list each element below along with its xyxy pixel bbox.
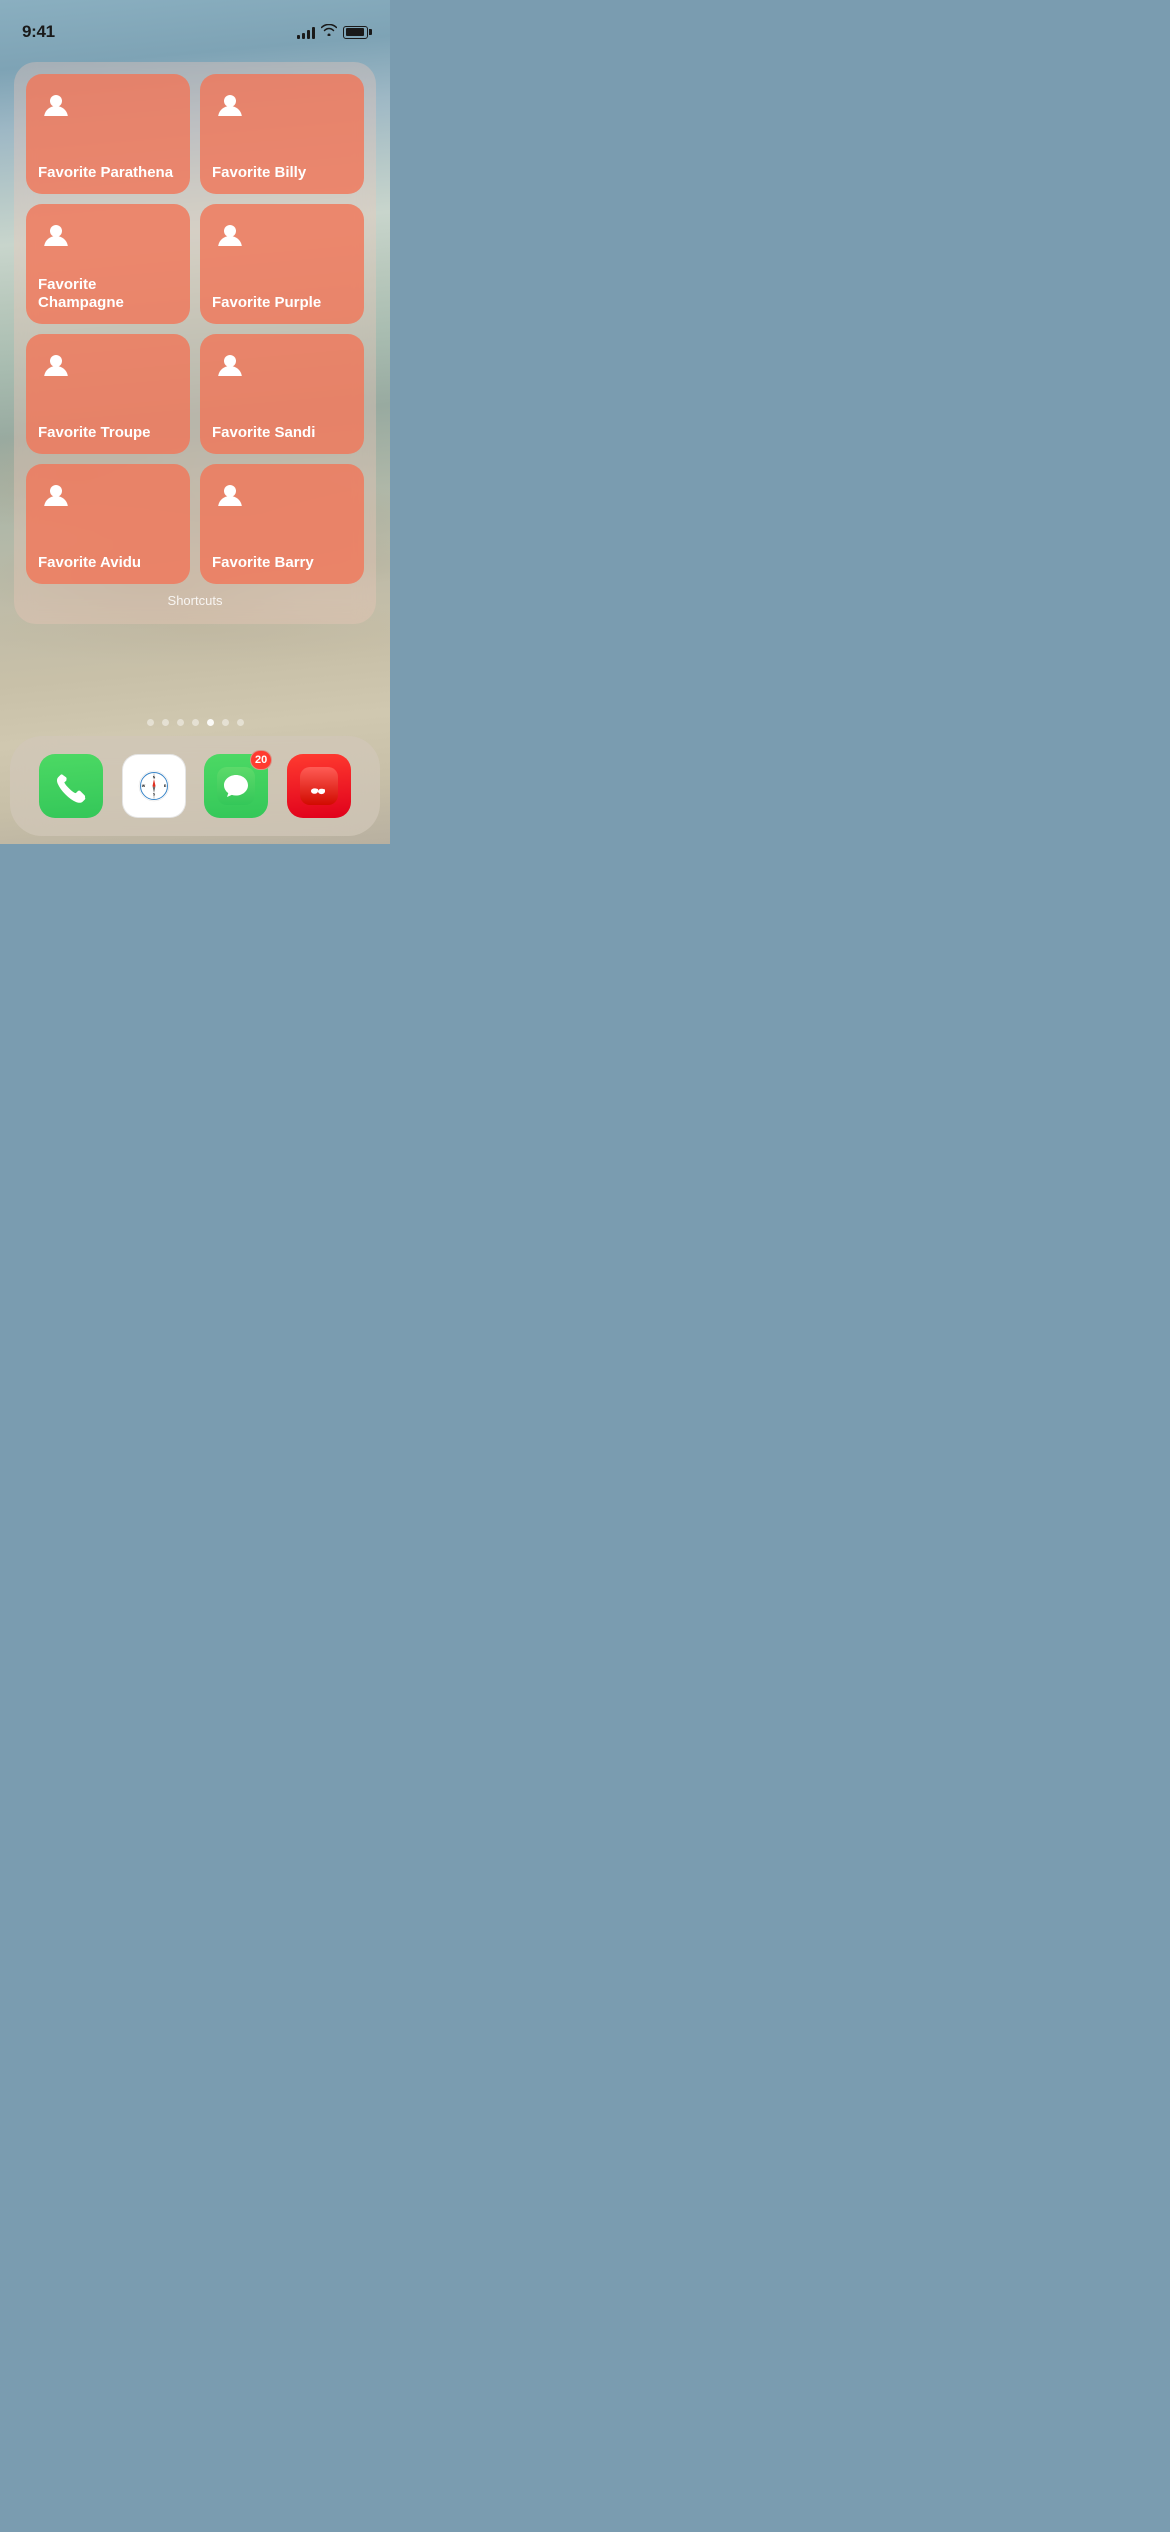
wifi-icon (321, 23, 337, 41)
page-dot-4 (207, 719, 214, 726)
shortcut-label-troupe: Favorite Troupe (38, 416, 151, 442)
signal-icon (297, 26, 315, 39)
person-icon (212, 218, 248, 254)
shortcuts-widget: Favorite Parathena Favorite Billy Favori… (14, 62, 376, 624)
shortcut-label-avidu: Favorite Avidu (38, 546, 141, 572)
status-time: 9:41 (22, 22, 55, 42)
page-dots (0, 719, 390, 726)
page-dot-5 (222, 719, 229, 726)
shortcut-billy[interactable]: Favorite Billy (200, 74, 364, 194)
person-icon (212, 348, 248, 384)
shortcut-label-champagne: Favorite Champagne (38, 268, 178, 312)
messages-badge: 20 (250, 750, 272, 770)
shortcuts-group-label-container: Shortcuts (26, 592, 364, 612)
page-dot-0 (147, 719, 154, 726)
shortcut-label-parathena: Favorite Parathena (38, 156, 173, 182)
shortcut-label-purple: Favorite Purple (212, 286, 321, 312)
shortcut-barry[interactable]: Favorite Barry (200, 464, 364, 584)
shortcut-label-barry: Favorite Barry (212, 546, 314, 572)
status-icons (297, 23, 368, 41)
shortcut-purple[interactable]: Favorite Purple (200, 204, 364, 324)
page-dot-6 (237, 719, 244, 726)
dock-phone[interactable] (39, 754, 103, 818)
status-bar: 9:41 (0, 0, 390, 50)
shortcut-sandi[interactable]: Favorite Sandi (200, 334, 364, 454)
battery-icon (343, 26, 368, 39)
page-dot-2 (177, 719, 184, 726)
person-icon (212, 88, 248, 124)
shortcut-parathena[interactable]: Favorite Parathena (26, 74, 190, 194)
person-icon (212, 478, 248, 514)
person-icon (38, 348, 74, 384)
person-icon (38, 88, 74, 124)
person-icon (38, 218, 74, 254)
shortcut-label-sandi: Favorite Sandi (212, 416, 315, 442)
dock: N S E W 20 (10, 736, 380, 836)
shortcut-avidu[interactable]: Favorite Avidu (26, 464, 190, 584)
page-dot-3 (192, 719, 199, 726)
shortcut-label-billy: Favorite Billy (212, 156, 306, 182)
dock-messages[interactable]: 20 (204, 754, 268, 818)
shortcuts-grid: Favorite Parathena Favorite Billy Favori… (26, 74, 364, 584)
shortcuts-group-label: Shortcuts (168, 593, 223, 608)
page-dot-1 (162, 719, 169, 726)
dock-safari[interactable]: N S E W (122, 754, 186, 818)
shortcut-troupe[interactable]: Favorite Troupe (26, 334, 190, 454)
shortcut-champagne[interactable]: Favorite Champagne (26, 204, 190, 324)
person-icon (38, 478, 74, 514)
dock-music[interactable] (287, 754, 351, 818)
